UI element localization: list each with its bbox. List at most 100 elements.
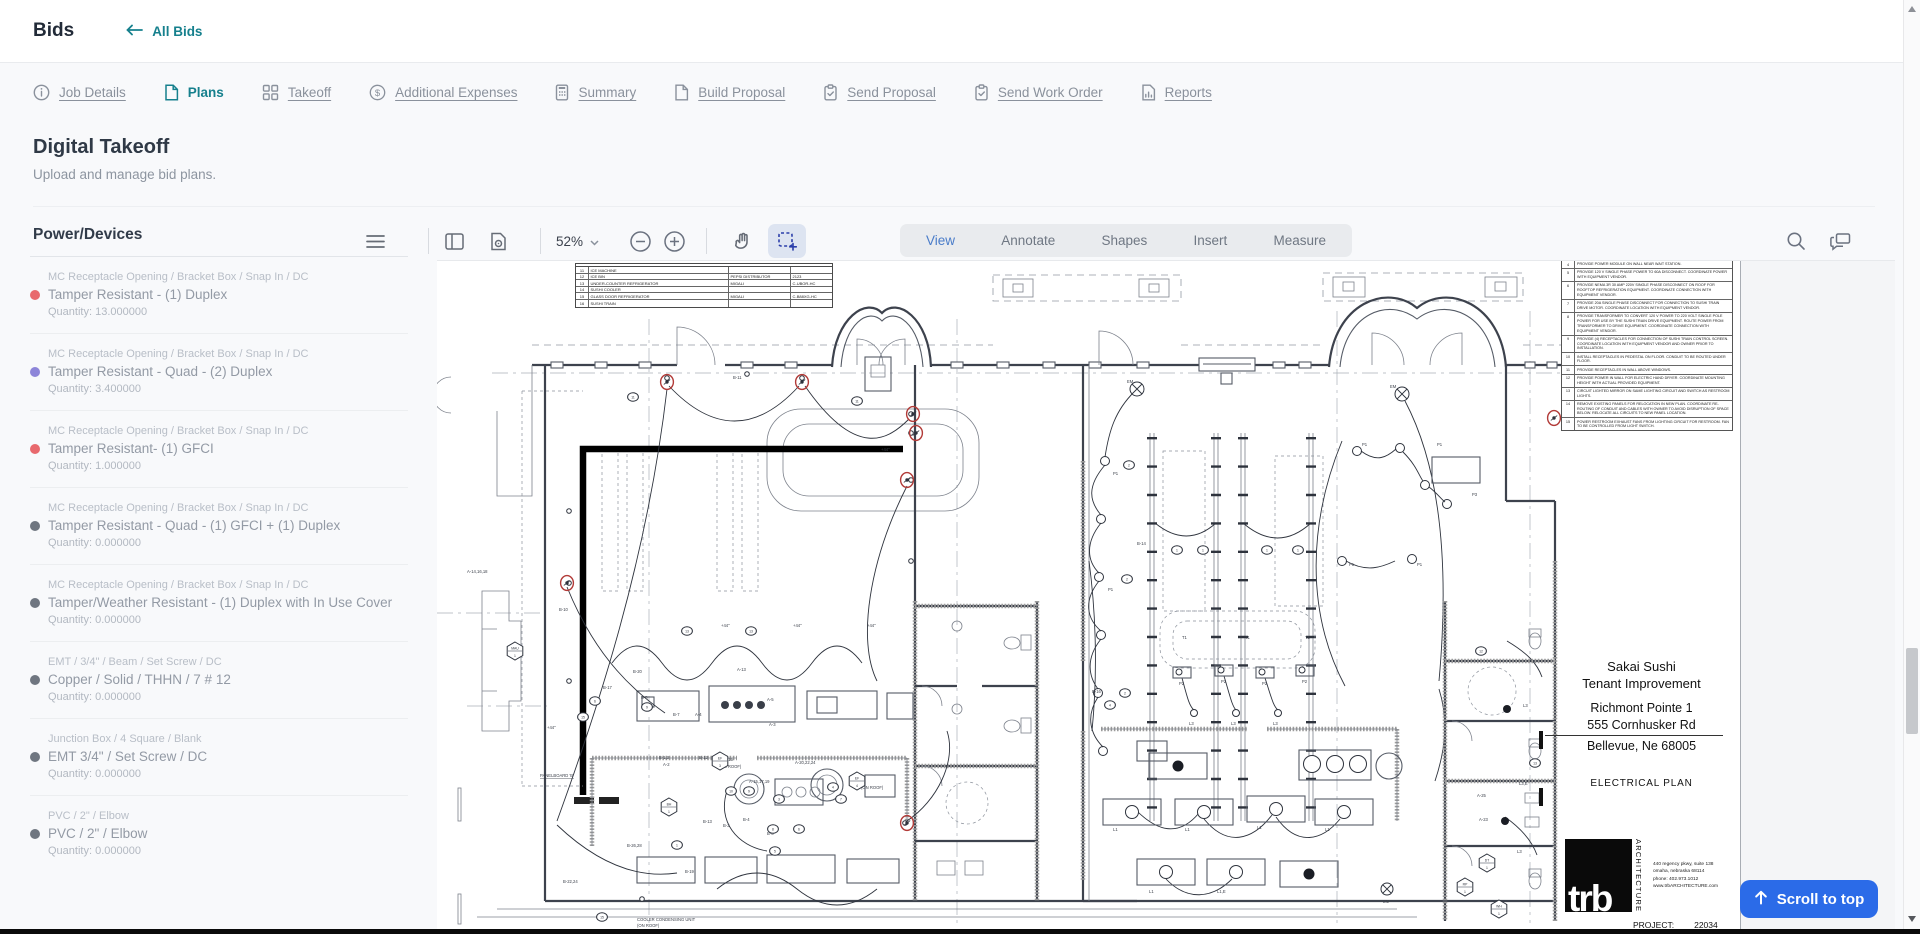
plan-label: L3: [1189, 721, 1194, 726]
tab-label: Send Work Order: [998, 85, 1103, 100]
plan-label: B-16: [1092, 689, 1102, 694]
tab-reports[interactable]: Reports: [1141, 84, 1212, 101]
marquee-select-tool-button[interactable]: [768, 224, 806, 258]
takeoff-list-item[interactable]: PVC / 2" / Elbow PVC / 2" / Elbow Quanti…: [30, 795, 408, 872]
architect-address-line: phone: 402.973.1012: [1653, 876, 1718, 883]
plan-label: P1: [1113, 471, 1119, 476]
svg-text:MAU: MAU: [511, 647, 519, 651]
plan-label: L3: [1273, 721, 1278, 726]
svg-text:1: 1: [676, 843, 678, 847]
plan-label: +44": [881, 447, 890, 452]
keyed-note-row: 10 INSTALL RECEPTACLES IN PEDESTAL ON FL…: [1562, 353, 1732, 366]
info-icon: [33, 84, 50, 101]
plan-label: T1: [1245, 635, 1251, 640]
tab-send-work-order[interactable]: Send Work Order: [974, 84, 1103, 101]
takeoff-list-item[interactable]: MC Receptacle Opening / Bracket Box / Sn…: [30, 410, 408, 487]
tab-takeoff[interactable]: Takeoff: [262, 84, 331, 101]
tab-send-proposal[interactable]: Send Proposal: [823, 84, 936, 101]
item-color-dot: [30, 290, 40, 300]
svg-text:1: 1: [668, 810, 670, 814]
item-name: Tamper/Weather Resistant - (1) Duplex wi…: [48, 595, 392, 610]
vertical-scrollbar[interactable]: [1903, 0, 1920, 934]
search-icon[interactable]: [1782, 224, 1810, 258]
comments-icon[interactable]: [1826, 224, 1854, 258]
item-category: MC Receptacle Opening / Bracket Box / Sn…: [48, 271, 408, 283]
arrow-up-icon: [1754, 890, 1768, 909]
takeoff-list-item[interactable]: Junction Box / 4 Square / Blank EMT 3/4"…: [30, 718, 408, 795]
tab-plans[interactable]: Plans: [164, 84, 224, 101]
all-bids-back-link[interactable]: All Bids: [126, 24, 202, 39]
plan-viewer-canvas[interactable]: B-11B-10A-14,16,18B-17B-20B-5B-7A-4A-13A…: [437, 260, 1895, 929]
item-quantity: Quantity: 0.000000: [48, 845, 408, 857]
keyed-note-row: 5 PROVIDE 120 V SINGLE PHASE POWER TO 60…: [1562, 269, 1732, 282]
takeoff-list-item[interactable]: MC Receptacle Opening / Bracket Box / Sn…: [30, 487, 408, 564]
document-settings-button[interactable]: [484, 224, 512, 258]
file-icon: [674, 84, 689, 101]
tab-additional-expenses[interactable]: $ Additional Expenses: [369, 84, 517, 101]
viewer-tab-insert[interactable]: Insert: [1193, 233, 1227, 248]
plan-label: P2: [1302, 679, 1308, 684]
keyed-note-row: 13 CIRCUIT LIGHTED MIRROR ON SAME LIGHTI…: [1562, 388, 1732, 401]
tab-label: Send Proposal: [847, 85, 936, 100]
tab-label: Summary: [578, 85, 636, 100]
grid-icon: [262, 84, 279, 101]
takeoff-list-item[interactable]: EMT / 3/4" / Beam / Set Screw / DC Coppe…: [30, 641, 408, 718]
tab-summary[interactable]: Summary: [555, 84, 636, 101]
architect-address-line: 440 regency pkwy, suite 138: [1653, 861, 1718, 868]
side-panel-toggle-button[interactable]: [440, 224, 468, 258]
plan-label: P1: [1362, 442, 1368, 447]
plan-label: B-12: [699, 755, 709, 760]
plan-label: B-13: [703, 819, 713, 824]
svg-text:EF: EF: [855, 777, 859, 781]
plan-label: A-20,22,24: [795, 760, 816, 765]
scrollbar-up-arrow[interactable]: [1908, 6, 1916, 12]
tab-label: Build Proposal: [698, 85, 785, 100]
plan-label: B-4: [743, 817, 750, 822]
plan-label: L1: [1113, 827, 1118, 832]
viewer-tab-measure[interactable]: Measure: [1273, 233, 1326, 248]
svg-text:6: 6: [594, 699, 596, 703]
zoom-out-button[interactable]: [627, 224, 653, 258]
chevron-down-icon: [590, 234, 599, 249]
plan-label: P1: [1108, 587, 1114, 592]
zoom-in-button[interactable]: [661, 224, 687, 258]
svg-text:3: 3: [719, 764, 721, 768]
project-number-line: PROJECT: 22034: [1633, 920, 1753, 929]
architect-address-line: omaha, nebraska 68114: [1653, 868, 1718, 875]
takeoff-item-list: MC Receptacle Opening / Bracket Box / Sn…: [30, 257, 408, 872]
svg-text:2: 2: [1126, 577, 1128, 581]
project-name-line1: Sakai Sushi: [1551, 659, 1732, 676]
viewer-tab-shapes[interactable]: Shapes: [1101, 233, 1147, 248]
item-name: Tamper Resistant - Quad - (2) Duplex: [48, 364, 272, 379]
viewer-tab-annotate[interactable]: Annotate: [1001, 233, 1055, 248]
zoom-level-dropdown[interactable]: 52%: [556, 224, 599, 258]
svg-text:9: 9: [646, 705, 648, 709]
takeoff-list-item[interactable]: MC Receptacle Opening / Bracket Box / Sn…: [30, 564, 408, 641]
toolbar-divider: [428, 228, 429, 254]
plan-label: B-26,28: [627, 843, 642, 848]
pan-hand-tool-button[interactable]: [728, 224, 758, 258]
tab-build-proposal[interactable]: Build Proposal: [674, 84, 785, 101]
equipment-row: 13 UNDER-COUNTER REFRIGERATOR MIGALI C-U…: [576, 280, 832, 287]
equipment-row: 12 ICE BIN PEPSI DISTRIBUTOR 2123: [576, 274, 832, 281]
report-chart-icon: [1141, 84, 1156, 101]
plan-label: +44": [547, 725, 556, 730]
takeoff-list-item[interactable]: MC Receptacle Opening / Bracket Box / Sn…: [30, 257, 408, 333]
tab-job-details[interactable]: Job Details: [33, 84, 126, 101]
plan-label: B-11: [733, 375, 742, 380]
plan-label: B-22,24: [563, 879, 578, 884]
svg-text:$: $: [375, 88, 381, 99]
scrollbar-thumb[interactable]: [1906, 648, 1918, 734]
plan-label: A-5: [767, 697, 774, 702]
viewer-tab-view[interactable]: View: [926, 233, 955, 248]
plan-label: P2: [1221, 679, 1227, 684]
project-name-line2: Tenant Improvement: [1551, 676, 1732, 693]
scroll-to-top-button[interactable]: Scroll to top: [1740, 880, 1878, 918]
menu-hamburger-button[interactable]: [362, 224, 388, 258]
scrollbar-down-arrow[interactable]: [1908, 916, 1916, 922]
takeoff-list-item[interactable]: MC Receptacle Opening / Bracket Box / Sn…: [30, 333, 408, 410]
item-name: EMT 3/4" / Set Screw / DC: [48, 749, 207, 764]
plan-label: B-2: [723, 823, 730, 828]
keyed-note-row: 9 PROVIDE (4) RECEPTACLES FOR CONNECTION…: [1562, 336, 1732, 354]
plan-label: B-7: [673, 712, 680, 717]
